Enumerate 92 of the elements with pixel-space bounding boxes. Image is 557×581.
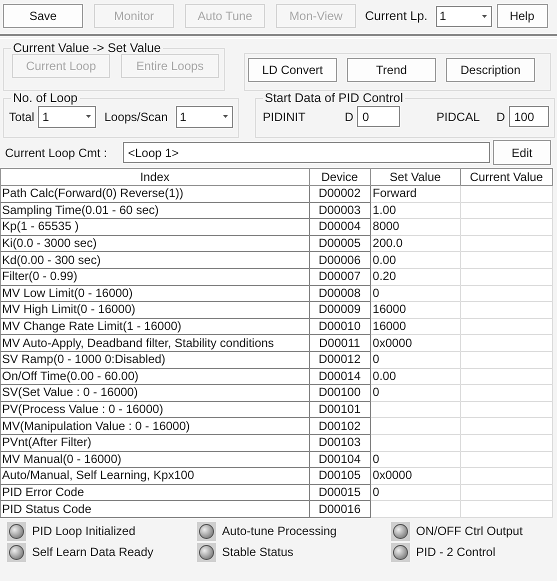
table-cell: D00002 — [309, 186, 370, 202]
table-cell: D00015 — [309, 484, 370, 501]
table-cell: D00012 — [309, 351, 370, 368]
table-cell: D00100 — [309, 384, 370, 402]
table-cell: D00007 — [309, 268, 370, 286]
table-cell: Ki(0.0 - 3000 sec) — [0, 235, 310, 252]
edit-button[interactable]: Edit — [493, 140, 551, 165]
table-cell: D00014 — [309, 368, 370, 385]
group-title: No. of Loop — [12, 91, 79, 105]
table-cell: SV(Set Value : 0 - 16000) — [0, 384, 310, 402]
table-cell: 0 — [370, 285, 460, 302]
device-field[interactable]: 0 — [357, 106, 400, 127]
loops-per-scan-label: Loops/Scan — [104, 110, 168, 124]
table-cell: Sampling Time(0.01 - 60 sec) — [0, 202, 310, 219]
column-header: Device — [309, 168, 370, 186]
table-cell: PID Error Code — [0, 484, 310, 501]
table-cell: MV Low Limit(0 - 16000) — [0, 285, 310, 302]
table-cell: D00016 — [309, 500, 370, 518]
dropdown[interactable]: 1 — [176, 106, 233, 128]
status-label: PID Loop Initialized — [32, 524, 136, 538]
table-cell: 0.20 — [370, 268, 460, 286]
table-cell: 0 — [370, 451, 460, 468]
table-cell: D00011 — [309, 334, 370, 352]
column-header: Index — [0, 168, 310, 186]
comment-field[interactable]: <Loop 1> — [123, 142, 490, 163]
table-cell: On/Off Time(0.00 - 60.00) — [0, 368, 310, 385]
table-cell: Forward — [370, 186, 460, 202]
table-cell: PVnt(After Filter) — [0, 434, 310, 451]
table-cell: 0 — [370, 351, 460, 368]
table-cell: Path Calc(Forward(0) Reverse(1)) — [0, 186, 310, 202]
table-cell: D00105 — [309, 468, 370, 484]
table-cell: 16000 — [370, 302, 460, 318]
status-label: Auto-tune Processing — [222, 524, 337, 538]
device-label: PIDINIT — [262, 110, 306, 124]
table-cell: MV High Limit(0 - 16000) — [0, 302, 310, 318]
caret-icon — [482, 14, 487, 18]
table-cell: 16000 — [370, 318, 460, 335]
caret-icon — [86, 115, 92, 118]
table-cell: D00010 — [309, 318, 370, 335]
table-cell: D00009 — [309, 302, 370, 318]
table-cell: D00004 — [309, 218, 370, 236]
table-cell: PID Status Code — [0, 500, 310, 518]
action-button[interactable]: LD Convert — [248, 58, 337, 82]
action-button[interactable]: Trend — [347, 58, 436, 82]
table-cell: 0.00 — [370, 368, 460, 385]
device-field[interactable]: 100 — [509, 106, 550, 127]
table-cell: SV Ramp(0 - 1000 0:Disabled) — [0, 351, 310, 368]
table-cell: 0.00 — [370, 252, 460, 268]
table-cell: MV Change Rate Limit(1 - 16000) — [0, 318, 310, 335]
comment-label: Current Loop Cmt : — [5, 146, 108, 160]
device-label: PIDCAL — [436, 110, 481, 124]
current-loop-label: Current Lp. — [365, 9, 428, 23]
table-cell: D00006 — [309, 252, 370, 268]
table-cell: MV(Manipulation Value : 0 - 16000) — [0, 418, 310, 434]
table-cell: D00005 — [309, 235, 370, 252]
table-cell: 8000 — [370, 218, 460, 236]
table-cell: MV Manual(0 - 16000) — [0, 451, 310, 468]
table-cell: Kd(0.00 - 300 sec) — [0, 252, 310, 268]
table-cell: 0x0000 — [370, 468, 460, 484]
table-cell: PV(Process Value : 0 - 16000) — [0, 401, 310, 418]
status-label: Self Learn Data Ready — [32, 545, 154, 560]
action-button[interactable]: Description — [446, 58, 535, 82]
group-title: Current Value -> Set Value — [12, 41, 162, 55]
status-label: PID - 2 Control — [416, 545, 496, 560]
table-cell: MV Auto-Apply, Deadband filter, Stability conditions — [0, 334, 310, 352]
table-cell: D00102 — [309, 418, 370, 434]
toolbar-button[interactable]: Save — [3, 4, 83, 28]
table-cell: D00008 — [309, 285, 370, 302]
table-cell: D00104 — [309, 451, 370, 468]
column-header: Current Value — [460, 168, 552, 186]
table-cell: 0 — [370, 484, 460, 501]
table-cell: Filter(0 - 0.99) — [0, 268, 310, 286]
dropdown[interactable]: 1 — [436, 6, 492, 26]
table-cell: D00003 — [309, 202, 370, 219]
table-cell: 200.0 — [370, 235, 460, 252]
device-prefix: D — [496, 110, 506, 124]
device-prefix: D — [344, 110, 354, 124]
table-cell: 0x0000 — [370, 334, 460, 352]
table-cell: D00103 — [309, 434, 370, 451]
table-cell: 0 — [370, 384, 460, 402]
table-cell: Auto/Manual, Self Learning, Kpx100 — [0, 468, 310, 484]
group-title: Start Data of PID Control — [264, 91, 404, 105]
dropdown[interactable]: 1 — [38, 106, 96, 128]
status-label: ON/OFF Ctrl Output — [416, 524, 523, 538]
status-label: Stable Status — [222, 545, 294, 560]
table-cell: 1.00 — [370, 202, 460, 219]
help-button[interactable]: Help — [496, 4, 548, 28]
column-header: Set Value — [370, 168, 460, 186]
table-cell: Kp(1 - 65535 ) — [0, 218, 310, 236]
caret-icon — [222, 115, 228, 118]
table-cell: D00101 — [309, 401, 370, 418]
total-label: Total — [9, 110, 34, 124]
